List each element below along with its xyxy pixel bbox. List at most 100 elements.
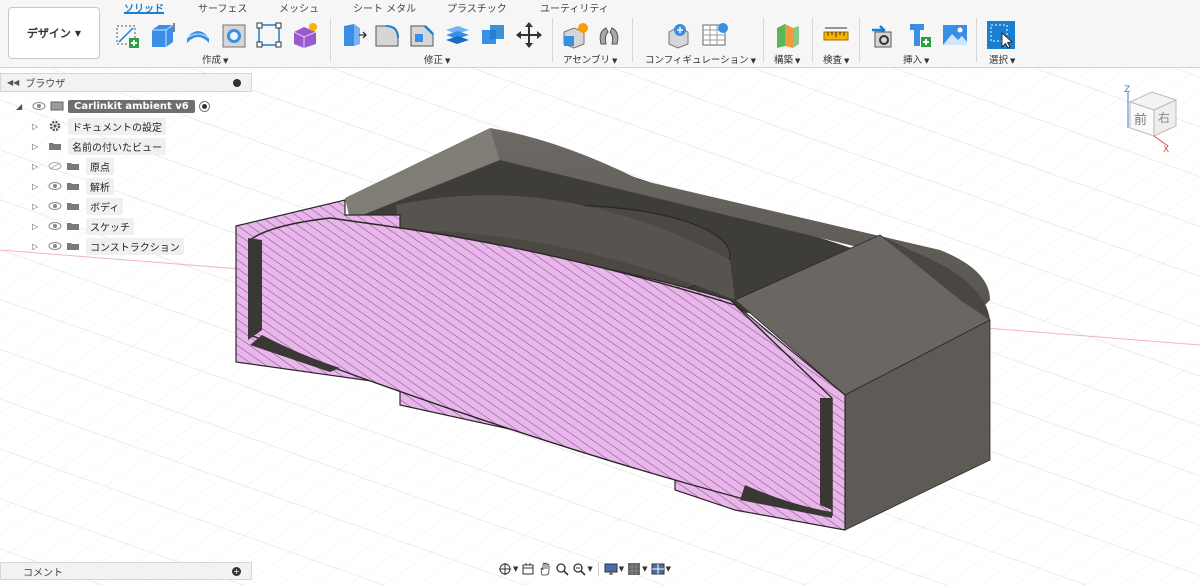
toolbar-divider <box>859 18 860 62</box>
expand-triangle-icon[interactable]: ▷ <box>32 242 42 251</box>
collapse-triangle-icon[interactable]: ◢ <box>16 102 26 111</box>
orbit-button[interactable]: ▼ <box>498 561 518 577</box>
visibility-eye-icon[interactable] <box>48 222 62 230</box>
viewports-button[interactable]: ▼ <box>651 561 671 577</box>
visibility-eye-icon[interactable] <box>32 102 46 110</box>
tree-item-label: 原点 <box>86 157 114 175</box>
combine-icon[interactable] <box>478 20 508 50</box>
offset-plane-icon[interactable] <box>773 20 803 50</box>
visibility-eye-icon[interactable] <box>48 182 62 190</box>
tree-item-named-views[interactable]: ▷ 名前の付いたビュー <box>32 137 166 155</box>
pan-button[interactable] <box>538 561 552 577</box>
extrude-icon[interactable] <box>147 20 177 50</box>
gear-icon <box>49 120 61 132</box>
toolbar-divider <box>763 18 764 62</box>
move-copy-icon[interactable] <box>514 20 544 50</box>
viewport-canvas[interactable]: 前 右 Z X <box>0 68 1200 585</box>
hidden-eye-icon[interactable] <box>48 162 62 170</box>
chevron-down-icon: ▼ <box>74 28 82 38</box>
create-sketch-icon[interactable] <box>113 20 143 50</box>
rectangle-pattern-icon[interactable] <box>254 20 284 50</box>
display-icon <box>604 563 618 575</box>
visibility-eye-icon[interactable] <box>48 242 62 250</box>
group-insert[interactable]: 挿入 ▼ <box>903 52 929 66</box>
comments-panel[interactable]: コメント + <box>0 562 252 580</box>
folder-icon <box>67 243 79 250</box>
measure-icon[interactable] <box>821 20 851 50</box>
insert-derive-icon[interactable] <box>868 20 898 50</box>
tree-item-label: 名前の付いたビュー <box>68 137 166 155</box>
tree-item-label: ボディ <box>86 197 124 215</box>
expand-triangle-icon[interactable]: ▷ <box>32 202 42 211</box>
tree-item-document-settings[interactable]: ▷ ドキュメントの設定 <box>32 117 166 135</box>
look-at-button[interactable] <box>521 561 535 577</box>
zoom-icon <box>556 563 569 576</box>
navigation-bar: ▼ ▼ ▼ ▼ ▼ <box>498 559 700 579</box>
tree-item-bodies[interactable]: ▷ ボディ <box>32 197 124 215</box>
visibility-eye-icon[interactable] <box>48 202 62 210</box>
add-comment-icon[interactable]: + <box>232 567 241 576</box>
comments-title: コメント <box>23 567 63 579</box>
tree-item-label: ドキュメントの設定 <box>68 117 166 135</box>
folder-icon <box>67 163 79 170</box>
tree-item-sketches[interactable]: ▷ スケッチ <box>32 217 134 235</box>
zoom-fit-icon <box>573 563 586 576</box>
new-component-icon[interactable] <box>560 20 590 50</box>
browser-title: ブラウザ <box>25 79 66 90</box>
fillet-icon[interactable] <box>372 20 402 50</box>
root-component-label[interactable]: Carlinkit ambient v6 <box>68 99 195 113</box>
toolbar-divider <box>976 18 977 62</box>
insert-mcmaster-icon[interactable] <box>904 20 934 50</box>
group-inspect[interactable]: 検査 ▼ <box>823 52 849 66</box>
group-construct[interactable]: 構築 ▼ <box>774 52 800 66</box>
toolbar-divider <box>632 18 633 62</box>
press-pull-icon[interactable] <box>338 20 368 50</box>
tree-item-label: スケッチ <box>86 217 134 235</box>
toolbar: デザイン ▼ ソリッド サーフェス メッシュ シート メタル プラスチック ユー… <box>0 0 1200 68</box>
toolbar-divider <box>552 18 553 62</box>
tree-item-construction[interactable]: ▷ コンストラクション <box>32 237 184 255</box>
configuration-table-icon[interactable] <box>700 20 730 50</box>
expand-triangle-icon[interactable]: ▷ <box>32 162 42 171</box>
tree-item-analysis[interactable]: ▷ 解析 <box>32 177 114 195</box>
form-icon[interactable] <box>290 20 320 50</box>
viewports-icon <box>651 563 665 575</box>
fit-button[interactable]: ▼ <box>572 561 593 577</box>
tab-mesh[interactable]: メッシュ <box>279 0 319 15</box>
group-create[interactable]: 作成 ▼ <box>202 52 228 66</box>
workspace-switcher[interactable]: デザイン ▼ <box>8 7 100 59</box>
configure-model-icon[interactable] <box>664 20 694 50</box>
viewcube-front-label: 前 <box>1134 112 1147 128</box>
shell-icon[interactable] <box>442 20 472 50</box>
revolve-icon[interactable] <box>183 20 213 50</box>
display-settings-button[interactable]: ▼ <box>604 561 624 577</box>
activate-radio-icon[interactable] <box>198 100 210 112</box>
expand-triangle-icon[interactable]: ▷ <box>32 222 42 231</box>
axis-z-label: Z <box>1124 85 1130 95</box>
chamfer-icon[interactable] <box>407 20 437 50</box>
canvas-image-icon[interactable] <box>940 20 970 50</box>
select-icon[interactable] <box>986 20 1016 50</box>
group-modify[interactable]: 修正 ▼ <box>424 52 450 66</box>
hole-icon[interactable] <box>219 20 249 50</box>
collapse-panel-icon[interactable]: ◀◀ <box>7 78 19 87</box>
expand-triangle-icon[interactable]: ▷ <box>32 182 42 191</box>
tree-item-origin[interactable]: ▷ 原点 <box>32 157 114 175</box>
tab-surface[interactable]: サーフェス <box>198 0 247 15</box>
joint-icon[interactable] <box>594 20 624 50</box>
group-configuration[interactable]: コンフィギュレーション ▼ <box>645 52 756 66</box>
tab-utility[interactable]: ユーティリティ <box>540 0 609 15</box>
grid-snaps-button[interactable]: ▼ <box>627 561 648 577</box>
expand-triangle-icon[interactable]: ▷ <box>32 142 42 151</box>
browser-header: ◀◀ ブラウザ <box>0 73 252 92</box>
group-assemble[interactable]: アセンブリ ▼ <box>563 52 617 66</box>
tab-solid[interactable]: ソリッド <box>124 0 164 15</box>
zoom-button[interactable] <box>555 561 569 577</box>
tab-sheet-metal[interactable]: シート メタル <box>353 0 416 15</box>
tree-root[interactable]: ◢ Carlinkit ambient v6 <box>16 97 210 115</box>
expand-triangle-icon[interactable]: ▷ <box>32 122 42 131</box>
panel-pin-icon[interactable] <box>233 79 241 87</box>
component-icon <box>50 101 64 111</box>
group-select[interactable]: 選択 ▼ <box>989 52 1015 66</box>
tab-plastic[interactable]: プラスチック <box>447 0 507 15</box>
